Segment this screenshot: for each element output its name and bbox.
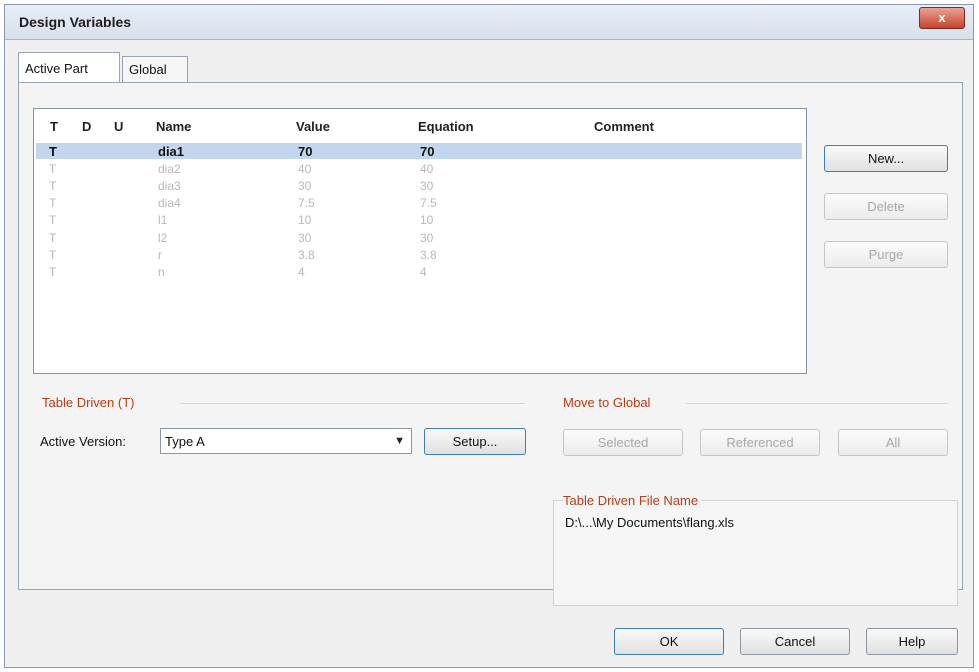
table-row[interactable]: T dia1 70 70 <box>36 143 802 159</box>
move-to-global-divider <box>686 403 948 404</box>
table-row[interactable]: T dia4 7.5 7.5 <box>36 195 802 211</box>
close-icon: x <box>938 10 946 25</box>
column-header-name[interactable]: Name <box>156 119 191 134</box>
new-button[interactable]: New... <box>824 145 948 172</box>
delete-button[interactable]: Delete <box>824 193 948 220</box>
active-version-value: Type A <box>165 434 205 449</box>
table-row[interactable]: T r 3.8 3.8 <box>36 247 802 263</box>
column-header-value[interactable]: Value <box>296 119 330 134</box>
close-button[interactable]: x <box>919 7 965 29</box>
active-version-dropdown[interactable]: Type A ▼ <box>160 428 412 454</box>
move-selected-button[interactable]: Selected <box>563 429 683 456</box>
move-referenced-button[interactable]: Referenced <box>700 429 820 456</box>
file-path: D:\...\My Documents\flang.xls <box>565 515 735 530</box>
table-row[interactable]: T n 4 4 <box>36 264 802 280</box>
active-version-label: Active Version: <box>40 434 126 449</box>
table-row[interactable]: T l1 10 10 <box>36 212 802 228</box>
setup-button[interactable]: Setup... <box>424 428 526 455</box>
column-header-equation[interactable]: Equation <box>418 119 474 134</box>
dialog-title: Design Variables <box>19 14 132 30</box>
table-row[interactable]: T dia3 30 30 <box>36 178 802 194</box>
table-row[interactable]: T dia2 40 40 <box>36 161 802 177</box>
move-to-global-group-label: Move to Global <box>563 395 651 410</box>
tab-active-part[interactable]: Active Part <box>18 52 120 82</box>
column-header-comment[interactable]: Comment <box>594 119 654 134</box>
table-header: T D U Name Value Equation Comment <box>34 109 806 139</box>
table-row[interactable]: T l2 30 30 <box>36 230 802 246</box>
cancel-button[interactable]: Cancel <box>740 628 850 655</box>
column-header-t[interactable]: T <box>50 119 58 134</box>
chevron-down-icon: ▼ <box>394 435 405 447</box>
help-button[interactable]: Help <box>866 628 958 655</box>
variables-table[interactable]: T D U Name Value Equation Comment T dia1… <box>33 108 807 374</box>
tab-global[interactable]: Global <box>122 56 188 82</box>
column-header-d[interactable]: D <box>82 119 91 134</box>
move-all-button[interactable]: All <box>838 429 948 456</box>
purge-button[interactable]: Purge <box>824 241 948 268</box>
table-driven-divider <box>180 403 525 404</box>
table-driven-group-label: Table Driven (T) <box>42 395 135 410</box>
file-name-label: Table Driven File Name <box>563 493 702 508</box>
ok-button[interactable]: OK <box>614 628 724 655</box>
column-header-u[interactable]: U <box>114 119 123 134</box>
title-bar: Design Variables x <box>5 5 973 40</box>
